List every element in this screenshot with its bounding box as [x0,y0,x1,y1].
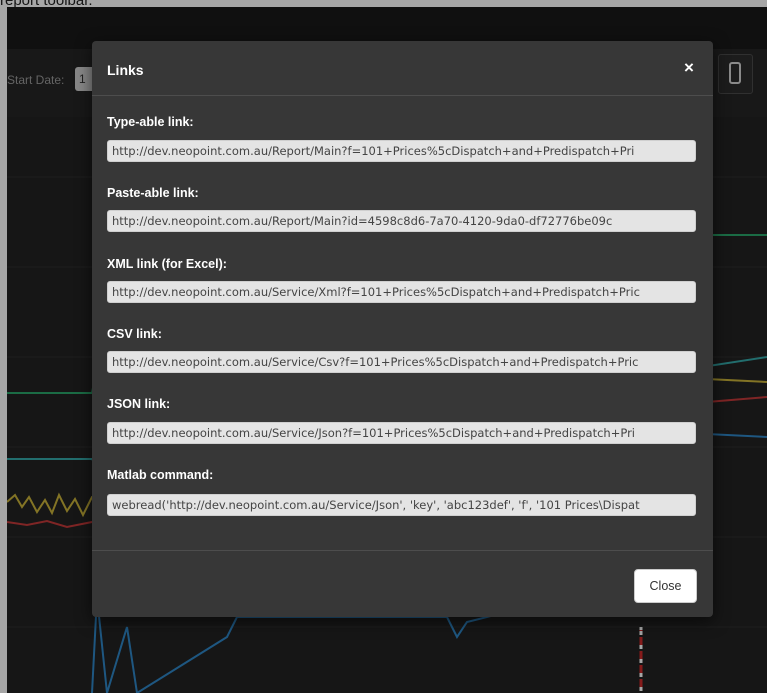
close-button[interactable]: Close [634,569,697,603]
matlab-command-label: Matlab command: [107,468,214,482]
json-link-label: JSON link: [107,397,171,411]
csv-link-input[interactable]: http://dev.neopoint.com.au/Service/Csv?f… [107,351,696,373]
xml-link-input[interactable]: http://dev.neopoint.com.au/Service/Xml?f… [107,281,696,303]
paste-able-link-input[interactable]: http://dev.neopoint.com.au/Report/Main?i… [107,210,696,232]
type-able-link-input[interactable]: http://dev.neopoint.com.au/Report/Main?f… [107,140,696,162]
json-link-input[interactable]: http://dev.neopoint.com.au/Service/Json?… [107,422,696,444]
close-icon[interactable]: × [680,59,698,77]
modal-title: Links [107,62,144,78]
xml-link-label: XML link (for Excel): [107,257,227,271]
modal-footer: Close [92,550,713,618]
links-modal: Links × Type-able link: http://dev.neopo… [92,41,713,617]
matlab-command-input[interactable]: webread('http://dev.neopoint.com.au/Serv… [107,494,696,516]
modal-header: Links × [92,41,713,96]
csv-link-label: CSV link: [107,327,162,341]
type-able-link-label: Type-able link: [107,115,194,129]
paste-able-link-label: Paste-able link: [107,186,199,200]
